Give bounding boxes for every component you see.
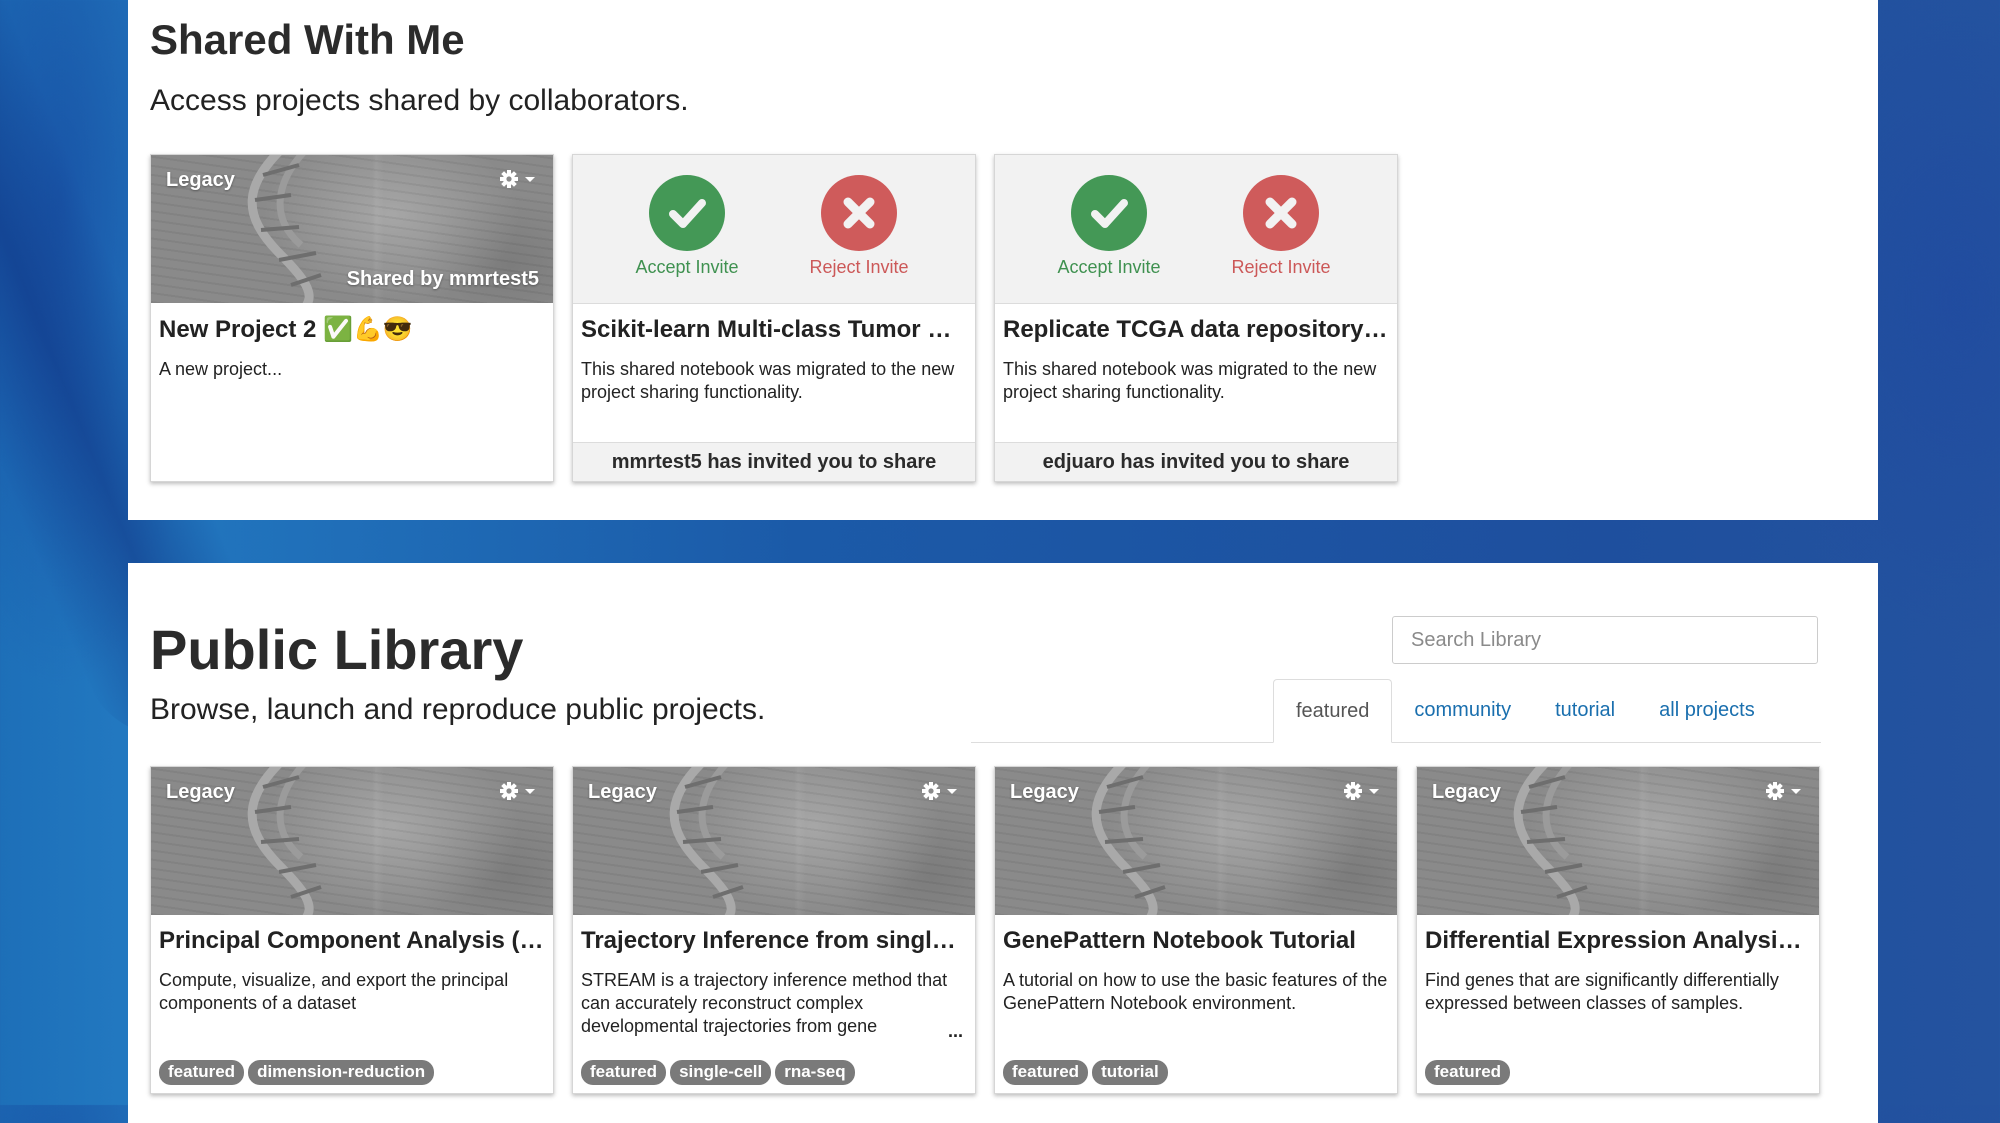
project-description: A tutorial on how to use the basic featu… (1003, 970, 1388, 1013)
project-title: Scikit-learn Multi-class Tumor Cla... (581, 316, 975, 343)
legacy-badge: Legacy (166, 169, 235, 191)
tag-rna-seq[interactable]: rna-seq (775, 1060, 855, 1085)
project-menu-button[interactable] (499, 781, 535, 801)
gear-icon (500, 170, 518, 188)
accept-invite-button[interactable]: Accept Invite (1039, 175, 1179, 278)
checkmark-icon (1091, 199, 1128, 228)
project-menu-button[interactable] (499, 169, 535, 189)
gear-icon (922, 782, 940, 800)
tab-all-projects[interactable]: all projects (1637, 679, 1777, 742)
project-title[interactable]: Differential Expression Analysis - ... (1417, 915, 1819, 955)
project-title[interactable]: Principal Component Analysis (PCA) (151, 915, 553, 955)
project-description: A new project... (159, 359, 283, 379)
section-subtitle: Browse, launch and reproduce public proj… (150, 693, 766, 726)
section-title: Public Library (150, 618, 524, 681)
x-icon (1265, 197, 1297, 229)
invite-actions: Accept Invite Reject Invite (995, 155, 1397, 304)
reject-invite-button[interactable]: Reject Invite (1211, 175, 1351, 278)
checkmark-icon (669, 199, 706, 228)
reject-invite-label: Reject Invite (1231, 257, 1331, 277)
dna-image (247, 155, 322, 303)
legacy-badge: Legacy (1010, 781, 1079, 803)
library-project-card[interactable]: Legacy GenePattern Notebook Tutorial A t… (994, 766, 1398, 1094)
legacy-badge: Legacy (1432, 781, 1501, 803)
section-subtitle: Access projects shared by collaborators. (150, 84, 689, 117)
reject-invite-label: Reject Invite (809, 257, 909, 277)
chevron-down-icon (1791, 788, 1801, 794)
section-title: Shared With Me (150, 16, 465, 63)
chevron-down-icon (525, 176, 535, 182)
library-project-card[interactable]: Legacy Differential Expression Analysis … (1416, 766, 1820, 1094)
tag-single-cell[interactable]: single-cell (670, 1060, 772, 1085)
shared-project-card[interactable]: Legacy Shared by mmrtest5 New Project 2 … (150, 154, 554, 482)
gear-icon (500, 782, 518, 800)
tag-list: featured single-cell rna-seq (581, 1060, 855, 1085)
accept-invite-button[interactable]: Accept Invite (617, 175, 757, 278)
project-menu-button[interactable] (921, 781, 957, 801)
invite-card: Accept Invite Reject Invite Replicate TC… (994, 154, 1398, 482)
more-description-button[interactable]: ... (948, 1021, 963, 1042)
tag-featured[interactable]: featured (1003, 1060, 1089, 1085)
tab-tutorial[interactable]: tutorial (1533, 679, 1637, 742)
tag-featured[interactable]: featured (159, 1060, 245, 1085)
shared-by-label: Shared by mmrtest5 (346, 268, 539, 290)
gear-icon (1766, 782, 1784, 800)
tag-dimension-reduction[interactable]: dimension-reduction (248, 1060, 435, 1085)
invite-footer: edjuaro has invited you to share (995, 442, 1397, 481)
legacy-badge: Legacy (166, 781, 235, 803)
project-menu-button[interactable] (1765, 781, 1801, 801)
project-title[interactable]: Trajectory Inference from single-c... (573, 915, 975, 955)
card-header-image: Legacy (995, 767, 1397, 915)
project-description: This shared notebook was migrated to the… (581, 359, 955, 402)
project-description: This shared notebook was migrated to the… (1003, 359, 1377, 402)
dna-image (669, 767, 744, 915)
tab-featured[interactable]: featured (1273, 679, 1393, 743)
chevron-down-icon (525, 788, 535, 794)
library-tabs: featured community tutorial all projects (1273, 679, 1777, 743)
card-header-image: Legacy Shared by mmrtest5 (151, 155, 553, 303)
tag-list: featured tutorial (1003, 1060, 1168, 1085)
reject-invite-button[interactable]: Reject Invite (789, 175, 929, 278)
invite-actions: Accept Invite Reject Invite (573, 155, 975, 304)
tag-list: featured dimension-reduction (159, 1060, 435, 1085)
shared-with-me-panel: Shared With Me Access projects shared by… (128, 0, 1878, 520)
invite-footer: mmrtest5 has invited you to share (573, 442, 975, 481)
tag-featured[interactable]: featured (1425, 1060, 1511, 1085)
tag-featured[interactable]: featured (581, 1060, 667, 1085)
chevron-down-icon (947, 788, 957, 794)
public-library-panel: Public Library Browse, launch and reprod… (128, 563, 1878, 1123)
card-header-image: Legacy (1417, 767, 1819, 915)
library-project-card[interactable]: Legacy Principal Component Analysis (PCA… (150, 766, 554, 1094)
gear-icon (1344, 782, 1362, 800)
project-description: Find genes that are significantly differ… (1425, 970, 1779, 1013)
tag-tutorial[interactable]: tutorial (1092, 1060, 1168, 1085)
project-title[interactable]: GenePattern Notebook Tutorial (995, 915, 1397, 955)
accept-invite-label: Accept Invite (1057, 257, 1161, 277)
tag-list: featured (1425, 1060, 1511, 1085)
library-project-card[interactable]: Legacy Trajectory Inference from single-… (572, 766, 976, 1094)
accept-invite-label: Accept Invite (635, 257, 739, 277)
project-description: STREAM is a trajectory inference method … (581, 970, 948, 1036)
chevron-down-icon (1369, 788, 1379, 794)
dna-image (247, 767, 322, 915)
invite-card: Accept Invite Reject Invite Scikit-learn… (572, 154, 976, 482)
project-description: Compute, visualize, and export the princ… (159, 970, 509, 1013)
x-icon (843, 197, 875, 229)
legacy-badge: Legacy (588, 781, 657, 803)
card-header-image: Legacy (151, 767, 553, 915)
project-title[interactable]: New Project 2 ✅💪😎 (151, 303, 553, 344)
card-header-image: Legacy (573, 767, 975, 915)
search-library-input[interactable] (1392, 616, 1818, 664)
tab-community[interactable]: community (1392, 679, 1533, 742)
dna-image (1091, 767, 1166, 915)
project-menu-button[interactable] (1343, 781, 1379, 801)
dna-image (1513, 767, 1588, 915)
project-title: Replicate TCGA data repository w... (1003, 316, 1397, 343)
